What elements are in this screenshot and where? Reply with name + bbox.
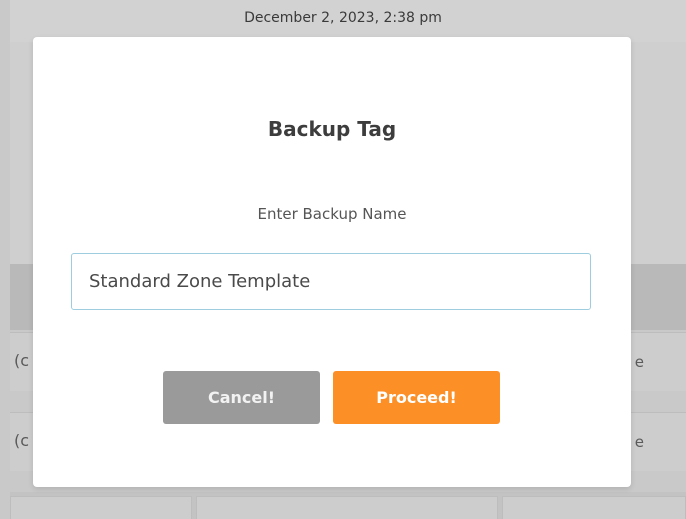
background-row-left-text: (c bbox=[14, 351, 30, 370]
backup-name-input[interactable] bbox=[71, 253, 591, 310]
background-row-left-text: (c bbox=[14, 431, 30, 450]
cancel-button[interactable]: Cancel! bbox=[163, 371, 320, 424]
background-row-right-text: e bbox=[634, 353, 644, 371]
proceed-button[interactable]: Proceed! bbox=[333, 371, 500, 424]
background-footer-cell bbox=[10, 496, 192, 519]
background-footer-cell bbox=[196, 496, 498, 519]
backup-name-label: Enter Backup Name bbox=[257, 205, 407, 223]
dialog-title: Backup Tag bbox=[267, 117, 397, 141]
background-footer-cell bbox=[502, 496, 686, 519]
background-timestamp: December 2, 2023, 2:38 pm bbox=[244, 10, 442, 26]
backup-tag-dialog: Backup Tag Enter Backup Name Cancel! Pro… bbox=[33, 37, 631, 487]
background-row-right-text: e bbox=[634, 433, 644, 451]
background-footer bbox=[10, 492, 686, 519]
screen: December 2, 2023, 2:38 pm (c e (c e Back… bbox=[0, 0, 686, 519]
